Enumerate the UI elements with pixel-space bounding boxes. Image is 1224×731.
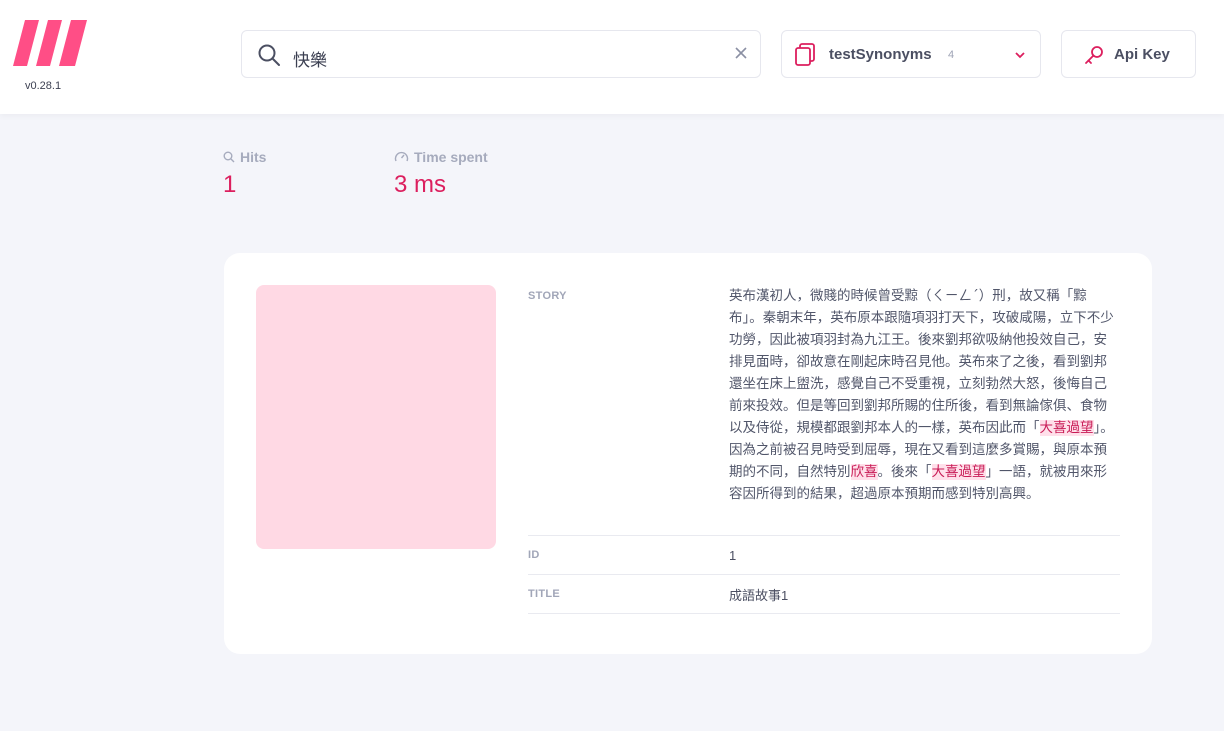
field-value-title: 成語故事1 — [729, 587, 789, 603]
result-image-placeholder — [256, 285, 496, 549]
result-card: STORY 英布漢初人，微賤的時候曾受黥（ㄑㄧㄥˊ）刑，故又稱「黥布」。秦朝末年… — [224, 253, 1152, 654]
search-query-text[interactable]: 快樂 — [293, 46, 327, 71]
search-input[interactable]: 快樂 — [241, 30, 761, 78]
index-selector[interactable]: testSynonyms 4 — [781, 30, 1041, 78]
result-fields: STORY 英布漢初人，微賤的時候曾受黥（ㄑㄧㄥˊ）刑，故又稱「黥布」。秦朝末年… — [528, 285, 1120, 614]
field-row-story: STORY 英布漢初人，微賤的時候曾受黥（ㄑㄧㄥˊ）刑，故又稱「黥布」。秦朝末年… — [528, 285, 1120, 536]
index-document-count: 4 — [948, 49, 955, 61]
api-key-button[interactable]: Api Key — [1061, 30, 1196, 78]
field-value-story: 英布漢初人，微賤的時候曾受黥（ㄑㄧㄥˊ）刑，故又稱「黥布」。秦朝末年，英布原本跟… — [729, 288, 1114, 502]
field-key-title: TITLE — [528, 588, 561, 600]
meilisearch-logo-icon[interactable] — [13, 20, 89, 66]
time-spent-label: Time spent — [414, 149, 488, 165]
field-key-id: ID — [528, 549, 540, 561]
time-spent-value: 3 ms — [394, 171, 447, 198]
chevron-down-icon — [1015, 52, 1025, 59]
field-row-id: ID 1 — [528, 536, 1120, 575]
hits-value: 1 — [223, 171, 237, 198]
field-value-id: 1 — [729, 547, 737, 563]
hits-label: Hits — [240, 149, 267, 165]
highlight-match: 大喜過望 — [931, 464, 986, 480]
highlight-match: 大喜過望 — [1039, 420, 1094, 436]
time-spent-stat: Time spent 3 ms — [394, 149, 488, 199]
field-row-title: TITLE 成語故事1 — [528, 575, 1120, 614]
highlight-match: 欣喜 — [850, 464, 878, 480]
speedometer-icon — [394, 151, 409, 162]
search-icon — [223, 151, 235, 163]
close-icon[interactable] — [734, 46, 748, 60]
index-name: testSynonyms — [829, 46, 932, 63]
version-label: v0.28.1 — [25, 80, 62, 92]
field-key-story: STORY — [528, 290, 567, 302]
search-icon — [258, 44, 280, 66]
documents-icon — [795, 43, 815, 66]
key-icon — [1085, 46, 1103, 64]
api-key-label: Api Key — [1114, 46, 1170, 63]
hits-stat: Hits 1 — [223, 149, 266, 199]
top-header: v0.28.1 快樂 testSynonyms 4 Api Key — [0, 0, 1224, 114]
